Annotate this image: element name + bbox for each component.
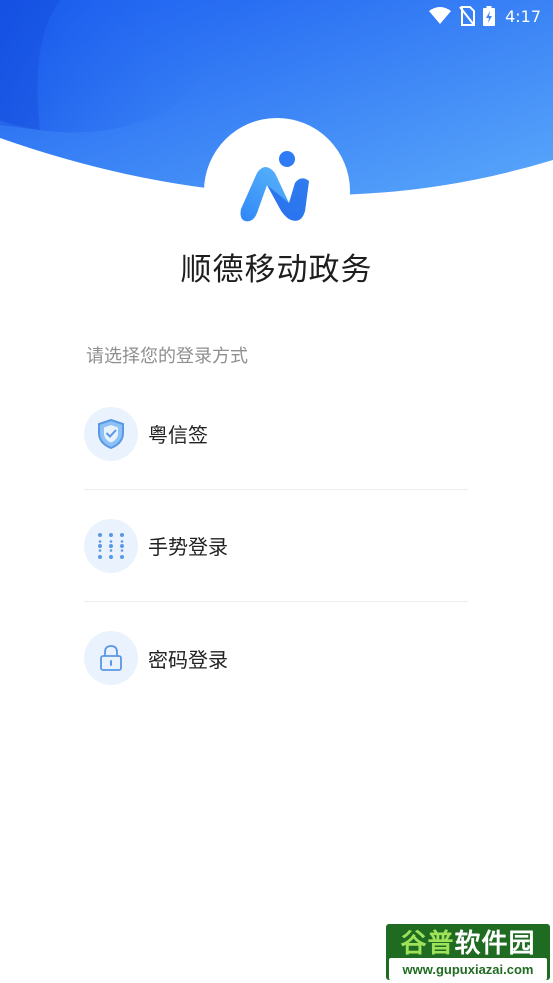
status-time: 4:17 — [505, 6, 541, 26]
login-method-label: 粤信签 — [148, 423, 208, 447]
gesture-grid-icon — [84, 518, 138, 573]
status-bar: 4:17 — [429, 0, 553, 32]
login-method-gesture[interactable]: 手势登录 — [84, 490, 468, 602]
login-method-label: 手势登录 — [148, 535, 228, 559]
app-logo-icon — [240, 151, 309, 222]
battery-charging-icon — [483, 6, 496, 26]
login-method-list: 粤信签 手势登录 密码登录 — [84, 378, 468, 714]
watermark-logo: 谷普 软件园 www.gupuxiazai.com — [386, 924, 550, 980]
watermark-title: 谷普 软件园 — [386, 924, 550, 959]
app-logo — [204, 118, 350, 264]
watermark-title-b: 软件园 — [454, 928, 536, 959]
login-method-password[interactable]: 密码登录 — [84, 602, 468, 714]
no-sim-icon — [459, 6, 476, 26]
shield-check-icon — [84, 406, 138, 461]
watermark-title-a: 谷普 — [400, 928, 455, 959]
login-method-yuexinqian[interactable]: 粤信签 — [84, 378, 468, 490]
login-method-label: 密码登录 — [148, 647, 228, 672]
login-prompt: 请选择您的登录方式 — [86, 346, 248, 367]
wifi-icon — [429, 7, 452, 25]
watermark-url: www.gupuxiazai.com — [389, 958, 547, 980]
lock-icon — [84, 631, 138, 685]
app-title: 顺德移动政务 — [180, 252, 373, 288]
